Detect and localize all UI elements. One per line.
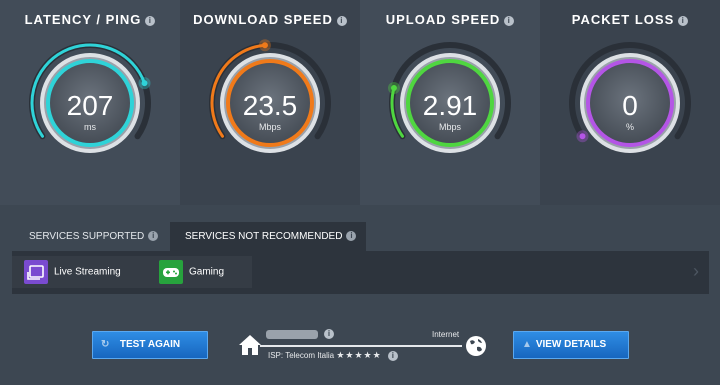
- test-again-label: TEST AGAIN: [119, 339, 181, 350]
- list-item-live-streaming[interactable]: Live Streaming: [24, 260, 121, 284]
- internet-label: Internet: [432, 330, 460, 339]
- live-streaming-label: Live Streaming: [54, 266, 121, 278]
- info-icon[interactable]: i: [387, 350, 398, 361]
- upload-unit: Mbps: [438, 122, 461, 132]
- isp-info: ISP: Telecom Italia ★★★★★ i: [268, 350, 398, 361]
- packet-loss-title: PACKET LOSS i: [540, 12, 720, 27]
- info-icon[interactable]: i: [504, 15, 515, 26]
- rating-stars: ★★★★★: [336, 350, 382, 360]
- upload-value: 2.91: [422, 90, 478, 121]
- list-item-gaming[interactable]: Gaming: [159, 260, 224, 284]
- info-icon[interactable]: i: [336, 15, 347, 26]
- tab-services-not-recommended[interactable]: SERVICES NOT RECOMMENDED i: [170, 222, 366, 251]
- latency-unit: ms: [84, 122, 96, 132]
- packet-loss-value: 0: [622, 90, 638, 121]
- chart-icon: ▲: [522, 339, 532, 350]
- isp-name: ISP: Telecom Italia: [268, 351, 335, 360]
- connection-route: i Internet ISP: Telecom Italia ★★★★★ i: [234, 326, 494, 366]
- home-icon: [239, 335, 261, 355]
- test-again-button[interactable]: ↻ TEST AGAIN: [92, 331, 208, 359]
- info-icon[interactable]: i: [148, 231, 159, 242]
- packet-loss-panel: PACKET LOSS i 0 %: [540, 0, 720, 205]
- download-panel: DOWNLOAD SPEED i 23.5 Mbps: [180, 0, 360, 205]
- live-streaming-icon: [24, 260, 48, 284]
- gauge-indicator-dot: [141, 80, 148, 87]
- info-icon[interactable]: i: [346, 231, 357, 242]
- info-icon[interactable]: i: [678, 15, 689, 26]
- download-unit: Mbps: [258, 122, 281, 132]
- connection-line: [260, 345, 462, 347]
- tab-services-supported[interactable]: SERVICES SUPPORTED i: [14, 222, 173, 251]
- chevron-right-icon[interactable]: ›: [693, 261, 699, 282]
- info-icon[interactable]: i: [145, 15, 156, 26]
- download-value: 23.5: [242, 90, 298, 121]
- ip-address-redacted: [266, 330, 318, 339]
- info-icon[interactable]: i: [324, 329, 334, 339]
- latency-title: LATENCY / PING i: [0, 12, 180, 27]
- gauge-indicator-dot: [261, 42, 268, 49]
- globe-icon: [466, 336, 486, 356]
- upload-panel: UPLOAD SPEED i 2.91 Mbps: [360, 0, 540, 205]
- gamepad-icon: [159, 260, 183, 284]
- packet-loss-unit: %: [625, 122, 634, 132]
- services-list: Live Streaming Gaming ›: [12, 251, 709, 294]
- latency-value: 207: [66, 90, 114, 121]
- refresh-icon: ↻: [101, 339, 110, 350]
- view-details-button[interactable]: ▲ VIEW DETAILS: [513, 331, 629, 359]
- gaming-label: Gaming: [189, 266, 225, 278]
- latency-panel: LATENCY / PING i 207 ms: [0, 0, 180, 205]
- upload-title: UPLOAD SPEED i: [360, 12, 540, 27]
- gauge-indicator-dot: [579, 133, 586, 140]
- view-details-label: VIEW DETAILS: [535, 339, 607, 350]
- download-title: DOWNLOAD SPEED i: [180, 12, 360, 27]
